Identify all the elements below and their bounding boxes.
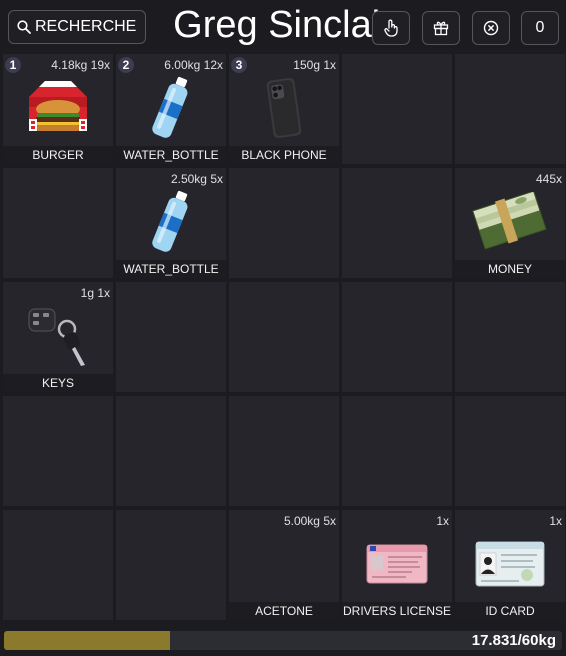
item-weight-count: 150g 1x — [293, 58, 336, 72]
water-bottle-icon — [116, 72, 226, 144]
inventory-slot[interactable]: 1g 1x KEYS — [3, 282, 113, 392]
item-label: MONEY — [455, 260, 565, 278]
inventory-slot-empty[interactable] — [342, 396, 452, 506]
hand-pointer-icon — [384, 19, 398, 37]
gift-icon — [433, 21, 449, 36]
item-label: ACETONE — [229, 602, 339, 620]
inventory-slot[interactable]: 1x ID CARD — [455, 510, 565, 620]
inventory-slot[interactable]: 445x MONEY — [455, 168, 565, 278]
inventory-grid: 1 4.18kg 19x BURGER 2 6.00kg 12x WATER_B… — [3, 54, 565, 626]
inventory-slot-empty[interactable] — [455, 396, 565, 506]
inventory-slot-empty[interactable] — [3, 510, 113, 620]
hotbar-number: 1 — [5, 57, 21, 73]
item-weight-count: 4.18kg 19x — [51, 58, 110, 72]
item-weight-count: 1x — [436, 514, 449, 528]
weight-progress-bar: 17.831/60kg — [4, 631, 562, 650]
hotbar-number: 2 — [118, 57, 134, 73]
item-label: DRIVERS LICENSE — [342, 602, 452, 620]
inventory-slot-empty[interactable] — [229, 396, 339, 506]
inventory-header: Greg Sinclair RECHERCHE 0 — [0, 0, 566, 54]
close-button[interactable] — [472, 11, 510, 45]
item-weight-count: 1x — [549, 514, 562, 528]
item-label: KEYS — [3, 374, 113, 392]
weight-text: 17.831/60kg — [471, 632, 556, 649]
water-bottle-icon — [116, 186, 226, 258]
inventory-slot-empty[interactable] — [3, 396, 113, 506]
money-icon — [455, 186, 565, 258]
inventory-slot-empty[interactable] — [116, 510, 226, 620]
item-label: WATER_BOTTLE — [116, 146, 226, 164]
amount-button[interactable]: 0 — [521, 11, 559, 45]
item-weight-count: 5.00kg 5x — [283, 514, 336, 528]
inventory-slot-empty[interactable] — [229, 282, 339, 392]
item-weight-count: 6.00kg 12x — [164, 58, 223, 72]
search-input[interactable] — [31, 18, 141, 36]
inventory-slot-empty[interactable] — [455, 282, 565, 392]
inventory-slot-empty[interactable] — [342, 54, 452, 164]
id-card-icon — [455, 528, 565, 600]
inventory-slot-empty[interactable] — [116, 396, 226, 506]
use-item-button[interactable] — [372, 11, 410, 45]
inventory-slot-empty[interactable] — [342, 168, 452, 278]
item-weight-count: 445x — [535, 172, 562, 186]
inventory-slot[interactable]: 5.00kg 5x ACETONE — [229, 510, 339, 620]
inventory-slot-empty[interactable] — [342, 282, 452, 392]
inventory-slot[interactable]: 2.50kg 5x WATER_BOTTLE — [116, 168, 226, 278]
keys-icon — [3, 300, 113, 372]
inventory-slot[interactable]: 3 150g 1x BLACK PHONE — [229, 54, 339, 164]
inventory-panel: Greg Sinclair RECHERCHE 0 1 4.18kg 19x B… — [0, 0, 566, 656]
burger-icon — [3, 72, 113, 144]
inventory-slot-empty[interactable] — [116, 282, 226, 392]
inventory-slot[interactable]: 1 4.18kg 19x BURGER — [3, 54, 113, 164]
search-box[interactable] — [8, 10, 146, 44]
close-circle-icon — [483, 20, 499, 36]
search-icon — [17, 20, 31, 34]
weight-progress-fill — [4, 631, 170, 650]
phone-icon — [229, 72, 339, 144]
inventory-slot-empty[interactable] — [229, 168, 339, 278]
inventory-slot-empty[interactable] — [3, 168, 113, 278]
item-label: BLACK PHONE — [229, 146, 339, 164]
amount-value: 0 — [535, 19, 545, 36]
item-label: WATER_BOTTLE — [116, 260, 226, 278]
give-item-button[interactable] — [422, 11, 460, 45]
item-weight-count: 2.50kg 5x — [170, 172, 223, 186]
item-label: BURGER — [3, 146, 113, 164]
inventory-slot[interactable]: 2 6.00kg 12x WATER_BOTTLE — [116, 54, 226, 164]
item-label: ID CARD — [455, 602, 565, 620]
license-icon — [342, 528, 452, 600]
inventory-slot-empty[interactable] — [455, 54, 565, 164]
hotbar-number: 3 — [231, 57, 247, 73]
item-weight-count: 1g 1x — [80, 286, 110, 300]
inventory-slot[interactable]: 1x DRIVERS LICENSE — [342, 510, 452, 620]
